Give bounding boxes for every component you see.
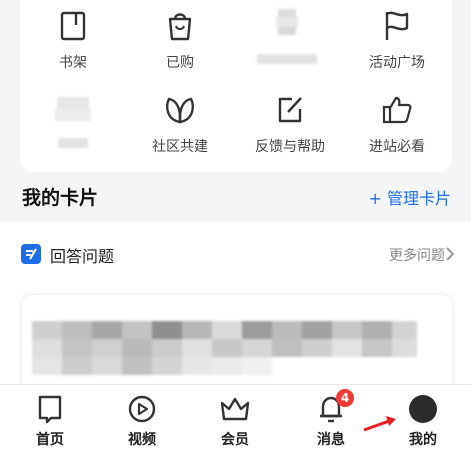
tab-home[interactable]: 首页 [15,393,85,449]
blurred-item-icon [28,92,118,128]
grid-item-bookshelf[interactable]: 书架 [28,8,118,72]
grid-item-label: 反馈与帮助 [255,139,325,155]
flag-icon [352,8,442,44]
tab-label: 视频 [128,432,156,448]
tab-label: 会员 [221,432,249,448]
grid-item-label: 社区共建 [152,139,208,155]
blurred-label [242,52,332,70]
grid-item-label: 进站必看 [369,139,425,155]
more-questions-link[interactable]: 更多问题 [389,245,445,265]
answer-card-icon [21,244,41,264]
home-icon [15,393,85,425]
grid-item-must-read[interactable]: 进站必看 [352,92,442,156]
grid-item-blurred[interactable] [242,8,332,70]
grid-item-blurred[interactable] [28,92,118,154]
manage-cards-link[interactable]: + 管理卡片 [369,185,452,209]
bottom-tab-bar: 首页 视频 会员 4 消息 我的 [0,384,471,452]
shopping-bag-icon [135,8,225,44]
tab-messages[interactable]: 4 消息 [296,389,366,449]
video-play-icon [107,393,177,425]
blurred-label [28,136,118,154]
tab-video[interactable]: 视频 [107,393,177,449]
thumbs-up-icon [352,92,442,128]
unread-badge: 4 [336,389,354,407]
answer-card-title: 回答问题 [50,247,115,266]
red-arrow-annotation [360,414,400,438]
my-cards-header: 我的卡片 + 管理卡片 [0,175,471,219]
grid-item-activity-square[interactable]: 活动广场 [352,8,442,72]
blurred-item-icon [242,8,332,44]
grid-item-feedback[interactable]: 反馈与帮助 [245,92,335,156]
answer-questions-card: 回答问题 更多问题 [0,222,471,405]
community-leaf-icon [135,92,225,128]
bookshelf-icon [28,8,118,44]
bell-icon [296,393,366,425]
chevron-right-icon[interactable] [445,246,455,266]
grid-item-label: 书架 [59,55,87,71]
blurred-question-text [32,321,417,381]
grid-item-label: 已购 [166,55,194,71]
grid-item-community[interactable]: 社区共建 [135,92,225,156]
feedback-edit-icon [245,92,335,128]
tab-vip[interactable]: 会员 [200,393,270,449]
grid-item-label: 活动广场 [369,55,425,71]
grid-item-purchased[interactable]: 已购 [135,8,225,72]
crown-icon [200,393,270,425]
section-title: 我的卡片 [22,187,99,209]
tab-label: 首页 [36,432,64,448]
tab-label: 消息 [317,432,345,448]
